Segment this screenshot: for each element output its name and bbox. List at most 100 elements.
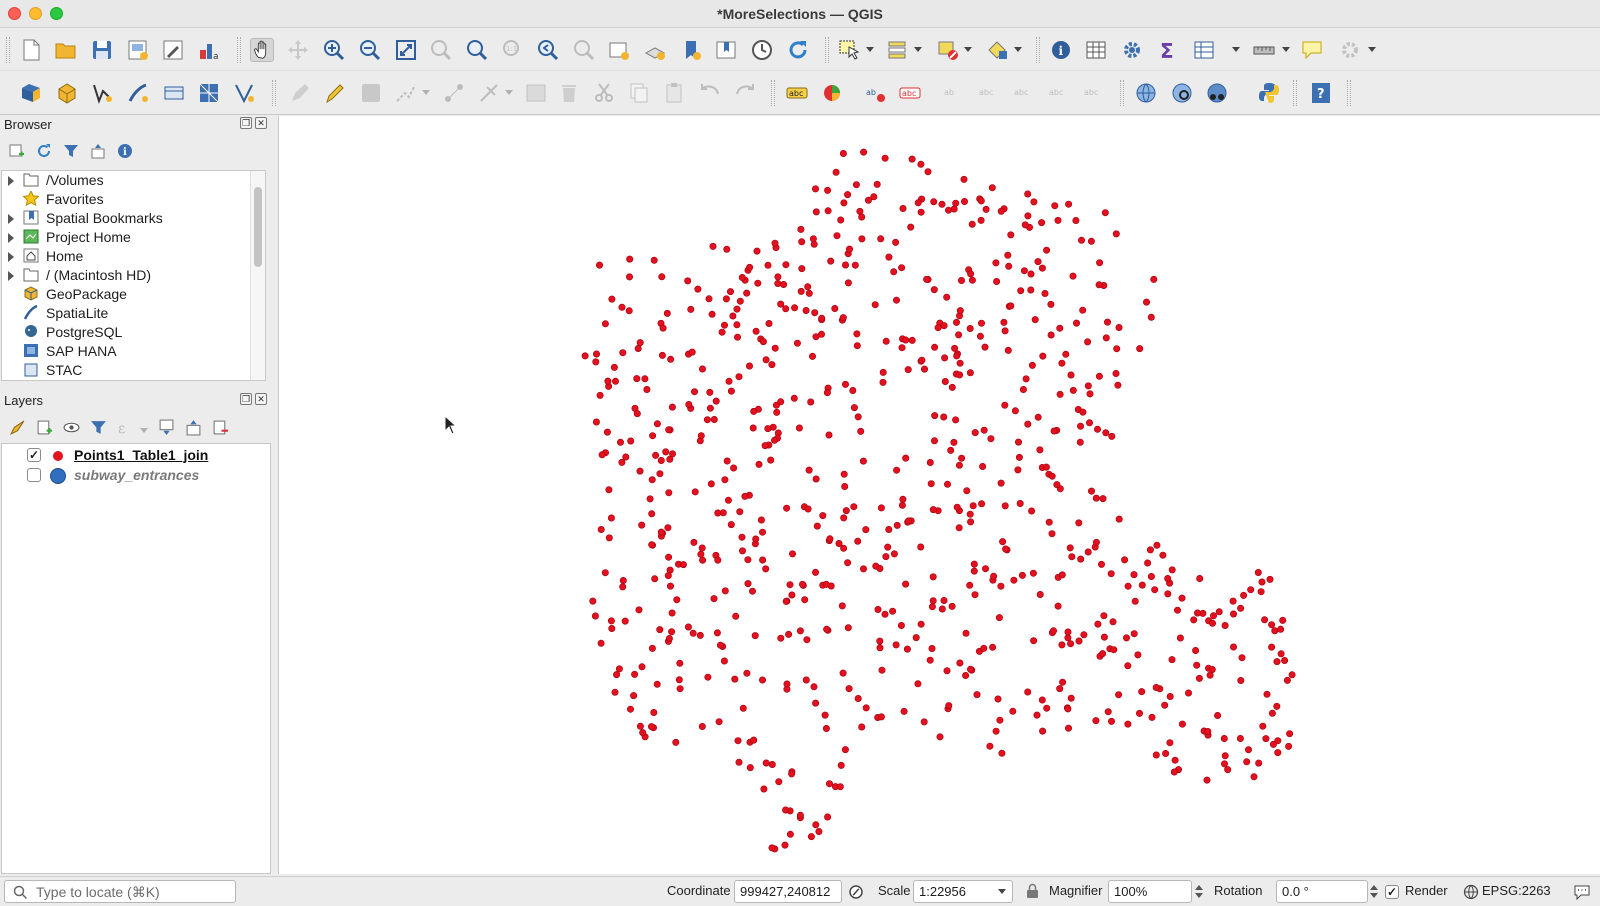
map-point[interactable] [783,680,791,688]
zoom-in-icon[interactable] [322,38,346,62]
map-point[interactable] [1024,190,1032,198]
map-point[interactable] [1130,571,1138,579]
map-point[interactable] [633,410,641,418]
map-point[interactable] [952,318,960,326]
map-point[interactable] [749,424,757,432]
map-point[interactable] [908,155,916,163]
map-point[interactable] [844,191,852,199]
map-point[interactable] [673,596,681,604]
map-point[interactable] [619,583,627,591]
map-point[interactable] [1067,371,1075,379]
browser-item-favorites[interactable]: Favorites [2,190,250,209]
zoom-to-selection-icon[interactable] [429,38,453,62]
map-point[interactable] [689,629,697,637]
map-point[interactable] [708,310,716,318]
open-layer-styling-icon[interactable] [9,419,26,436]
map-point[interactable] [809,235,817,243]
map-point[interactable] [796,627,804,635]
map-point[interactable] [785,630,793,638]
map-point[interactable] [1166,739,1174,747]
map-point[interactable] [618,458,626,466]
map-point[interactable] [1102,334,1110,342]
map-point[interactable] [1142,298,1150,306]
map-point[interactable] [684,623,692,631]
map-point[interactable] [727,387,735,395]
map-point[interactable] [659,324,667,332]
map-point[interactable] [1004,346,1012,354]
browser-item-spatial-bookmarks[interactable]: Spatial Bookmarks [2,209,250,228]
zoom-to-layer-icon[interactable] [465,38,489,62]
map-point[interactable] [893,466,901,474]
map-point[interactable] [1110,646,1118,654]
map-point[interactable] [1036,590,1044,598]
save-layer-edits-icon[interactable] [359,81,383,105]
map-point[interactable] [1178,720,1186,728]
map-point[interactable] [762,356,770,364]
layout-manager-icon[interactable]: a [197,38,221,62]
map-point[interactable] [1103,318,1111,326]
map-point[interactable] [1178,594,1186,602]
map-point[interactable] [798,238,806,246]
map-point[interactable] [1029,569,1037,577]
map-point[interactable] [589,597,597,605]
map-point[interactable] [812,208,820,216]
map-point[interactable] [826,535,834,543]
map-point[interactable] [676,685,684,693]
map-point[interactable] [1208,619,1216,627]
select-features-dropdown[interactable] [866,47,874,52]
map-point[interactable] [1047,300,1055,308]
map-point[interactable] [783,504,791,512]
map-point[interactable] [876,564,884,572]
map-point[interactable] [997,207,1005,215]
map-point[interactable] [857,427,865,435]
map-point[interactable] [1002,545,1010,553]
map-point[interactable] [1271,627,1279,635]
messages-icon[interactable] [1573,884,1591,900]
map-point[interactable] [1077,555,1085,563]
map-point[interactable] [775,778,783,786]
map-point[interactable] [854,537,862,545]
map-point[interactable] [980,644,988,652]
map-point[interactable] [871,301,879,309]
map-point[interactable] [706,388,714,396]
map-point[interactable] [648,644,656,652]
map-point[interactable] [930,437,938,445]
map-point[interactable] [1030,198,1038,206]
map-point[interactable] [1024,212,1032,220]
map-point[interactable] [1281,656,1289,664]
map-point[interactable] [1288,671,1296,679]
map-point[interactable] [1043,704,1051,712]
close-panel-icon[interactable]: ✕ [255,117,267,129]
map-point[interactable] [1192,646,1200,654]
map-point[interactable] [764,425,772,433]
map-point[interactable] [902,580,910,588]
map-point[interactable] [1221,621,1229,629]
map-point[interactable] [864,196,872,204]
toolbar-grip[interactable] [237,37,241,63]
map-point[interactable] [649,432,657,440]
map-point[interactable] [920,365,928,373]
map-point[interactable] [666,455,674,463]
map-point[interactable] [944,206,952,214]
map-point[interactable] [914,199,922,207]
map-point[interactable] [1112,370,1120,378]
toggle-display-of-unplaced-labels-icon[interactable]: abc [898,81,922,105]
expand-arrow-icon[interactable] [8,214,14,224]
map-point[interactable] [858,235,866,243]
map-point[interactable] [601,569,609,577]
map-point[interactable] [805,289,813,297]
map-point[interactable] [1114,381,1122,389]
map-point[interactable] [981,343,989,351]
close-panel-icon[interactable]: ✕ [255,393,267,405]
map-point[interactable] [636,722,644,730]
map-point[interactable] [977,197,985,205]
map-point[interactable] [1097,560,1105,568]
map-point[interactable] [845,685,853,693]
map-point[interactable] [1107,570,1115,578]
map-point[interactable] [672,738,680,746]
map-point[interactable] [812,821,820,829]
map-point[interactable] [970,567,978,575]
magnifier-stepper[interactable] [1193,880,1205,903]
map-point[interactable] [621,617,629,625]
map-point[interactable] [694,285,702,293]
